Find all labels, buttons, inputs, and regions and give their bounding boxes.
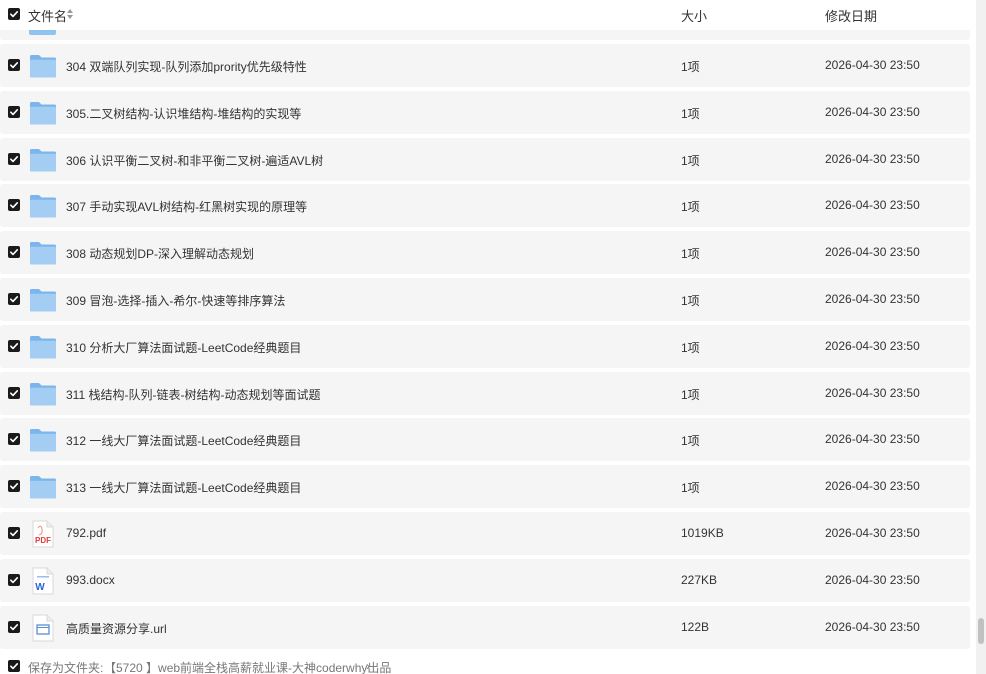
- file-list-panel: 文件名 大小 修改日期 304 双端队列实现-队列添加prority优先级特性 …: [0, 0, 976, 674]
- url-icon: [29, 614, 57, 642]
- file-name[interactable]: 993.docx: [66, 573, 115, 587]
- folder-icon: [29, 426, 57, 454]
- file-date: 2026-04-30 23:50: [825, 245, 920, 260]
- file-date: 2026-04-30 23:50: [825, 525, 920, 540]
- save-folder-link[interactable]: 【5720 】web前端全栈高薪就业课-大神coderwhy出品: [104, 659, 391, 674]
- file-size: 1项: [681, 153, 700, 168]
- folder-icon: [29, 99, 57, 127]
- folder-icon: [29, 473, 57, 501]
- file-row[interactable]: 312 一线大厂算法面试题-LeetCode经典题目 1项 2026-04-30…: [0, 418, 970, 462]
- column-header-size[interactable]: 大小: [681, 6, 707, 25]
- file-date: 2026-04-30 23:50: [825, 58, 920, 72]
- sort-icon[interactable]: [66, 8, 74, 20]
- file-name[interactable]: 308 动态规划DP-深入理解动态规划: [66, 245, 254, 262]
- file-date: 2026-04-30 23:50: [825, 198, 920, 213]
- folder-icon: [29, 380, 57, 408]
- file-date: 2026-04-30 23:50: [825, 104, 920, 119]
- file-name[interactable]: 792.pdf: [66, 526, 106, 540]
- file-date: 2026-04-30 23:50: [825, 479, 920, 494]
- file-name[interactable]: 310 分析大厂算法面试题-LeetCode经典题目: [66, 339, 301, 356]
- folder-icon: [29, 192, 57, 220]
- file-date: 2026-04-30 23:50: [825, 151, 920, 166]
- row-checkbox[interactable]: [8, 152, 20, 165]
- row-checkbox[interactable]: [8, 386, 20, 399]
- file-size: 1项: [681, 481, 700, 496]
- folder-icon: [29, 146, 57, 174]
- list-header: 文件名 大小 修改日期: [0, 0, 970, 30]
- row-checkbox[interactable]: [8, 292, 20, 305]
- file-name[interactable]: 312 一线大厂算法面试题-LeetCode经典题目: [66, 432, 301, 449]
- file-rows: 304 双端队列实现-队列添加prority优先级特性 1项 2026-04-3…: [0, 44, 970, 652]
- file-row[interactable]: 高质量资源分享.url 122B 2026-04-30 23:50: [0, 605, 970, 649]
- file-date: 2026-04-30 23:50: [825, 385, 920, 400]
- file-row[interactable]: 309 冒泡-选择-插入-希尔-快速等排序算法 1项 2026-04-30 23…: [0, 277, 970, 321]
- file-name[interactable]: 高质量资源分享.url: [66, 620, 167, 637]
- row-checkbox[interactable]: [8, 105, 20, 118]
- file-row[interactable]: 311 栈结构-队列-链表-树结构-动态规划等面试题 1项 2026-04-30…: [0, 371, 970, 415]
- file-size: 1项: [681, 106, 700, 121]
- file-date: 2026-04-30 23:50: [825, 338, 920, 353]
- row-checkbox[interactable]: [8, 526, 20, 539]
- svg-text:W: W: [35, 582, 45, 593]
- file-name[interactable]: 309 冒泡-选择-插入-希尔-快速等排序算法: [66, 292, 285, 309]
- folder-icon: [29, 52, 57, 80]
- scrollbar-thumb[interactable]: [978, 618, 984, 644]
- file-row[interactable]: 313 一线大厂算法面试题-LeetCode经典题目 1项 2026-04-30…: [0, 465, 970, 509]
- file-size: 1项: [681, 247, 700, 262]
- save-checkbox[interactable]: [8, 660, 20, 672]
- folder-icon: [29, 239, 57, 267]
- save-destination: 保存为文件夹: 【5720 】web前端全栈高薪就业课-大神coderwhy出品…: [0, 655, 970, 674]
- file-size: 1项: [681, 340, 700, 355]
- file-size: 1项: [681, 434, 700, 449]
- vertical-scrollbar[interactable]: [976, 0, 986, 674]
- svg-text:PDF: PDF: [35, 536, 51, 545]
- select-all-checkbox[interactable]: [8, 8, 20, 20]
- row-checkbox[interactable]: [8, 433, 20, 446]
- file-row[interactable]: 306 认识平衡二叉树-和非平衡二叉树-遍适AVL树 1项 2026-04-30…: [0, 137, 970, 181]
- file-name[interactable]: 306 认识平衡二叉树-和非平衡二叉树-遍适AVL树: [66, 152, 323, 169]
- file-name[interactable]: 307 手动实现AVL树结构-红黑树实现的原理等: [66, 198, 307, 215]
- file-name[interactable]: 305.二叉树结构-认识堆结构-堆结构的实现等: [66, 105, 301, 122]
- file-name[interactable]: 311 栈结构-队列-链表-树结构-动态规划等面试题: [66, 386, 320, 403]
- file-size: 227KB: [681, 572, 718, 587]
- folder-icon: [29, 30, 56, 35]
- file-row[interactable]: 307 手动实现AVL树结构-红黑树实现的原理等 1项 2026-04-30 2…: [0, 184, 970, 228]
- file-row[interactable]: PDF 792.pdf 1019KB 2026-04-30 23:50: [0, 511, 970, 555]
- file-row[interactable]: 305.二叉树结构-认识堆结构-堆结构的实现等 1项 2026-04-30 23…: [0, 90, 970, 134]
- file-size: 1项: [681, 200, 700, 215]
- docx-icon: W: [29, 567, 57, 595]
- folder-icon: [29, 286, 57, 314]
- file-row[interactable]: 304 双端队列实现-队列添加prority优先级特性 1项 2026-04-3…: [0, 44, 970, 87]
- chevron-right-icon[interactable]: ›: [366, 659, 370, 673]
- file-size: 1项: [681, 387, 700, 402]
- row-checkbox[interactable]: [8, 339, 20, 352]
- column-header-date[interactable]: 修改日期: [825, 6, 877, 25]
- row-checkbox[interactable]: [8, 59, 20, 71]
- file-row[interactable]: 310 分析大厂算法面试题-LeetCode经典题目 1项 2026-04-30…: [0, 324, 970, 368]
- file-date: 2026-04-30 23:50: [825, 572, 920, 587]
- file-date: 2026-04-30 23:50: [825, 619, 920, 634]
- row-checkbox[interactable]: [8, 620, 20, 633]
- pdf-icon: PDF: [29, 520, 57, 548]
- file-name[interactable]: 313 一线大厂算法面试题-LeetCode经典题目: [66, 479, 301, 496]
- file-size: 1项: [681, 60, 700, 74]
- file-size: 1项: [681, 293, 700, 308]
- file-size: 1019KB: [681, 525, 724, 540]
- file-name[interactable]: 304 双端队列实现-队列添加prority优先级特性: [66, 58, 307, 75]
- file-size: 122B: [681, 619, 710, 634]
- row-checkbox[interactable]: [8, 246, 20, 259]
- folder-icon: [29, 333, 57, 361]
- column-header-name[interactable]: 文件名: [28, 6, 67, 25]
- row-checkbox[interactable]: [8, 573, 20, 586]
- partial-row: [0, 30, 970, 40]
- file-date: 2026-04-30 23:50: [825, 291, 920, 306]
- save-label: 保存为文件夹:: [28, 661, 104, 674]
- file-row[interactable]: 308 动态规划DP-深入理解动态规划 1项 2026-04-30 23:50: [0, 231, 970, 275]
- row-checkbox[interactable]: [8, 199, 20, 212]
- file-row[interactable]: W 993.docx 227KB 2026-04-30 23:50: [0, 558, 970, 602]
- row-checkbox[interactable]: [8, 480, 20, 493]
- file-date: 2026-04-30 23:50: [825, 432, 920, 447]
